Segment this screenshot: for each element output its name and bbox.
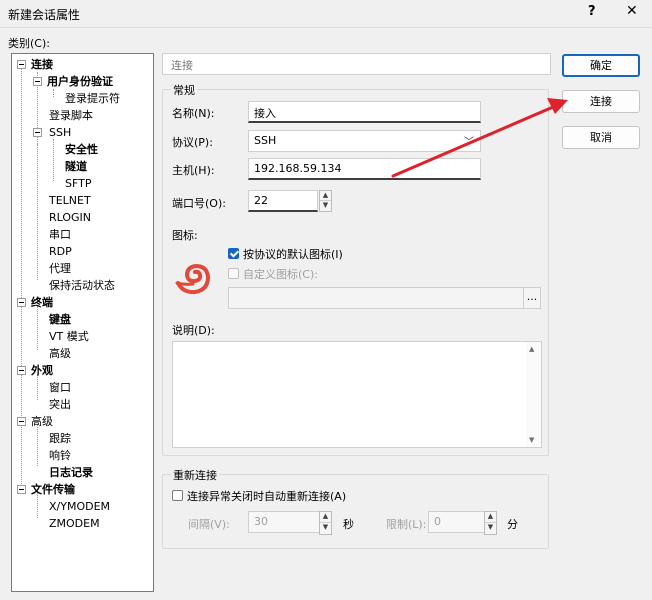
section-title: 连接 bbox=[162, 53, 551, 75]
tree-item-sftp[interactable]: SFTP bbox=[65, 176, 91, 192]
limit-label: 限制(L): bbox=[386, 518, 427, 531]
tree-item-file-transfer[interactable]: 文件传输 bbox=[31, 482, 75, 498]
tree-item-vt-mode[interactable]: VT 模式 bbox=[49, 329, 89, 345]
connect-button[interactable]: 连接 bbox=[562, 90, 640, 113]
tree-item-serial[interactable]: 串口 bbox=[49, 227, 71, 243]
tree-item-advanced[interactable]: 高级 bbox=[31, 414, 53, 430]
tree-item-rdp[interactable]: RDP bbox=[49, 244, 72, 260]
close-button[interactable]: ✕ bbox=[626, 3, 638, 19]
seconds-unit: 秒 bbox=[343, 518, 354, 531]
tree-item-auth[interactable]: 用户身份验证 bbox=[47, 74, 113, 90]
default-icon-label: 按协议的默认图标(I) bbox=[243, 248, 343, 261]
ssh-protocol-icon bbox=[175, 263, 211, 295]
port-input[interactable]: 22 bbox=[248, 190, 318, 212]
auto-reconnect-checkbox[interactable] bbox=[172, 490, 183, 501]
tree-item-connection[interactable]: 连接 bbox=[31, 57, 53, 73]
expander-icon[interactable] bbox=[17, 417, 26, 426]
expander-icon[interactable] bbox=[17, 60, 26, 69]
category-tree[interactable]: 连接 用户身份验证 登录提示符 登录脚本 SSH 安全性 隧道 SFTP TEL… bbox=[11, 53, 154, 592]
expander-icon[interactable] bbox=[33, 77, 42, 86]
protocol-label: 协议(P): bbox=[172, 136, 213, 149]
limit-input[interactable]: 0 bbox=[428, 511, 485, 533]
tree-line bbox=[37, 424, 38, 466]
tree-item-bell[interactable]: 响铃 bbox=[49, 448, 71, 464]
reconnect-group-title: 重新连接 bbox=[171, 467, 219, 483]
port-spinner[interactable]: ▲ ▼ bbox=[319, 190, 332, 212]
tree-line bbox=[37, 144, 38, 280]
tree-item-appearance[interactable]: 外观 bbox=[31, 363, 53, 379]
interval-spinner[interactable]: ▲ ▼ bbox=[319, 511, 332, 535]
scroll-down-icon[interactable]: ▼ bbox=[529, 436, 534, 444]
protocol-select[interactable]: SSH ﹀ bbox=[248, 130, 481, 152]
port-label: 端口号(O): bbox=[172, 197, 226, 210]
description-label: 说明(D): bbox=[172, 324, 215, 337]
browse-button[interactable]: ... bbox=[523, 287, 541, 309]
auto-reconnect-label: 连接异常关闭时自动重新连接(A) bbox=[187, 490, 347, 503]
general-group-title: 常规 bbox=[171, 82, 197, 98]
tree-item-rlogin[interactable]: RLOGIN bbox=[49, 210, 91, 226]
tree-item-keyboard[interactable]: 键盘 bbox=[49, 312, 71, 328]
host-label: 主机(H): bbox=[172, 164, 215, 177]
cancel-button[interactable]: 取消 bbox=[562, 126, 640, 149]
window-title: 新建会话属性 bbox=[8, 8, 81, 22]
custom-icon-path-input bbox=[228, 287, 524, 309]
tree-item-tunnel[interactable]: 隧道 bbox=[65, 159, 87, 175]
tree-item-proxy[interactable]: 代理 bbox=[49, 261, 71, 277]
tree-item-highlight[interactable]: 突出 bbox=[49, 397, 71, 413]
tree-item-security[interactable]: 安全性 bbox=[65, 142, 98, 158]
help-button[interactable]: ? bbox=[588, 4, 596, 19]
tree-item-window[interactable]: 窗口 bbox=[49, 380, 71, 396]
default-icon-checkbox[interactable] bbox=[228, 248, 239, 259]
tree-item-telnet[interactable]: TELNET bbox=[49, 193, 91, 209]
description-scrollbar[interactable]: ▲ ▼ bbox=[526, 342, 541, 447]
icon-label: 图标: bbox=[172, 229, 198, 242]
expander-icon[interactable] bbox=[17, 298, 26, 307]
interval-label: 间隔(V): bbox=[188, 518, 230, 531]
tree-line bbox=[53, 139, 54, 181]
scroll-up-icon[interactable]: ▲ bbox=[529, 345, 534, 353]
tree-item-trace[interactable]: 跟踪 bbox=[49, 431, 71, 447]
category-label: 类别(C): bbox=[8, 37, 50, 50]
host-input[interactable]: 192.168.59.134 bbox=[248, 158, 481, 180]
protocol-value: SSH bbox=[254, 134, 277, 147]
name-input[interactable]: 接入 bbox=[248, 101, 481, 123]
tree-line bbox=[37, 306, 38, 350]
expander-icon[interactable] bbox=[17, 366, 26, 375]
tree-line bbox=[21, 64, 22, 492]
description-textarea[interactable]: ▲ ▼ bbox=[172, 341, 542, 448]
limit-spinner[interactable]: ▲ ▼ bbox=[484, 511, 497, 535]
minutes-unit: 分 bbox=[507, 518, 518, 531]
tree-line bbox=[53, 89, 54, 97]
chevron-down-icon: ﹀ bbox=[464, 137, 474, 148]
tree-item-keepalive[interactable]: 保持活动状态 bbox=[49, 278, 115, 294]
name-label: 名称(N): bbox=[172, 107, 215, 120]
tree-item-login-prompt[interactable]: 登录提示符 bbox=[65, 91, 120, 107]
ok-button[interactable]: 确定 bbox=[562, 54, 640, 77]
tree-item-login-script[interactable]: 登录脚本 bbox=[49, 108, 93, 124]
tree-item-ssh[interactable]: SSH bbox=[49, 125, 71, 141]
title-bar: 新建会话属性 ? ✕ bbox=[0, 0, 652, 28]
interval-input[interactable]: 30 bbox=[248, 511, 320, 533]
tree-item-zmodem[interactable]: ZMODEM bbox=[49, 516, 100, 532]
expander-icon[interactable] bbox=[17, 485, 26, 494]
tree-item-xymodem[interactable]: X/YMODEM bbox=[49, 499, 110, 515]
tree-item-terminal[interactable]: 终端 bbox=[31, 295, 53, 311]
custom-icon-checkbox[interactable] bbox=[228, 268, 239, 279]
custom-icon-label: 自定义图标(C): bbox=[243, 268, 318, 281]
tree-item-logging[interactable]: 日志记录 bbox=[49, 465, 93, 481]
tree-item-terminal-advanced[interactable]: 高级 bbox=[49, 346, 71, 362]
expander-icon[interactable] bbox=[33, 128, 42, 137]
